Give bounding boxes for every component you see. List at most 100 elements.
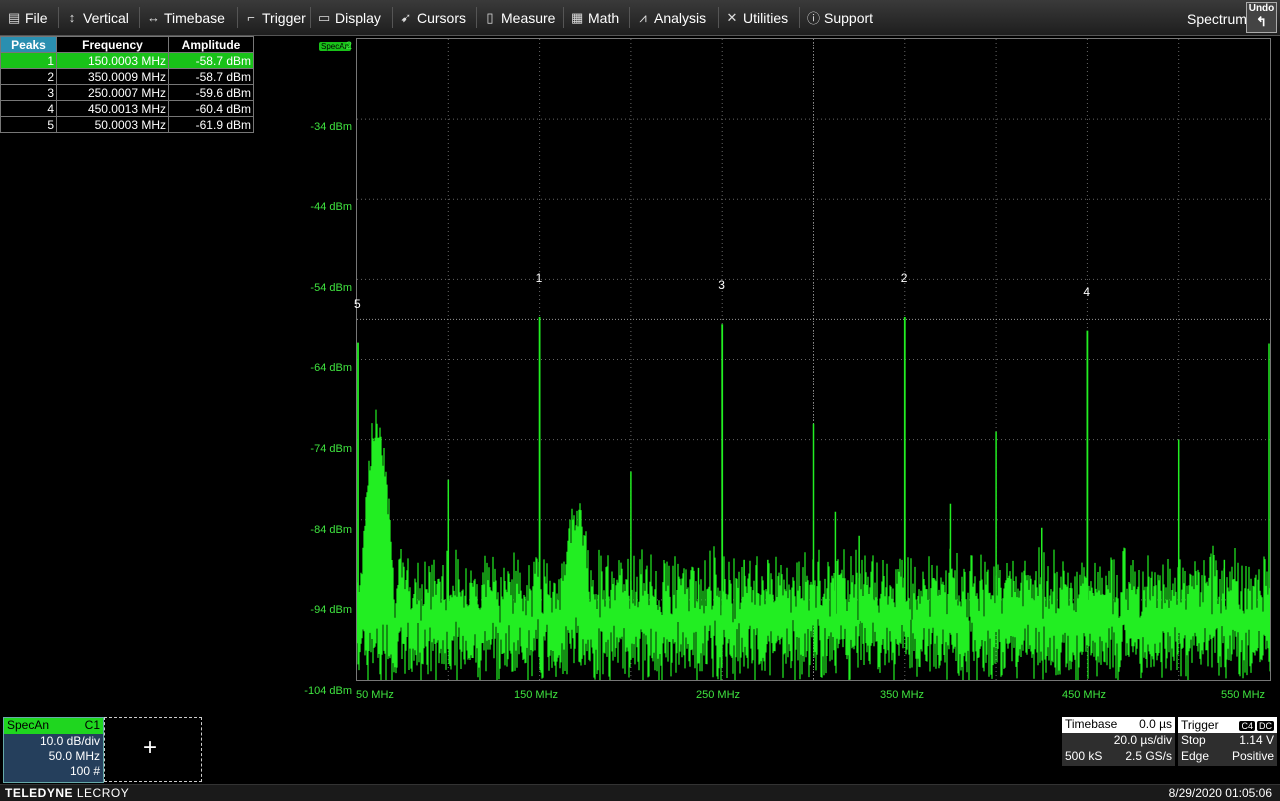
menu-label: Vertical [83, 9, 129, 26]
channel-descriptor[interactable]: SpecAn C1 10.0 dB/div 50.0 MHz 100 # [3, 717, 104, 783]
menu-vertical[interactable]: ↕ Vertical [66, 0, 129, 35]
peak-freq-cell: 350.0009 MHz [56, 68, 169, 85]
menu-support[interactable]: ⓘ Support [807, 0, 873, 35]
clipboard-icon: ▤ [8, 9, 21, 25]
y-tick-label: -64 dBm [310, 362, 352, 375]
timebase-descriptor[interactable]: Timebase 0.0 µs 20.0 µs/div 500 kS 2.5 GS/… [1062, 717, 1175, 766]
peak-amp-cell: -58.7 dBm [168, 52, 254, 69]
peak-marker-label: 1 [535, 271, 543, 286]
peak-freq-cell: 150.0003 MHz [56, 52, 169, 69]
y-tick-label: -104 dBm [304, 684, 352, 697]
trigger-mode: Stop [1181, 733, 1206, 747]
menu-trigger[interactable]: ⌐ Trigger [245, 0, 306, 35]
timebase-tdiv: 20.0 µs/div [1113, 733, 1172, 747]
menu-label: Trigger [262, 9, 306, 26]
peak-row[interactable]: 2 350.0009 MHz -58.7 dBm [0, 68, 254, 85]
peak-marker-label: 4 [1083, 284, 1091, 299]
y-tick-label: -94 dBm [310, 604, 352, 617]
trigger-channel-badge: C4 [1239, 721, 1255, 731]
trigger-level: 1.14 V [1239, 733, 1274, 747]
x-tick-label: 250 MHz [696, 689, 741, 701]
menu-separator [476, 7, 477, 28]
menu-separator [392, 7, 393, 28]
peak-amp-cell: -60.4 dBm [168, 100, 254, 117]
menu-cursors[interactable]: ➹ Cursors [400, 0, 466, 35]
menu-separator [310, 7, 311, 28]
vertical-arrows-icon: ↕ [68, 10, 76, 25]
peak-n-cell: 3 [0, 84, 57, 101]
trigger-coupling-badge: DC [1257, 721, 1274, 731]
spectrum-mode-label: Spectrum [1187, 11, 1247, 27]
peak-marker-label: 2 [900, 271, 908, 286]
status-footer: TELEDYNE LECROY 8/29/2020 01:05:06 [0, 784, 1280, 801]
peak-row[interactable]: 5 50.0003 MHz -61.9 dBm [0, 116, 254, 133]
menu-display[interactable]: ▭ Display [318, 0, 381, 35]
frequency-header[interactable]: Frequency [56, 36, 169, 53]
timebase-title: Timebase [1065, 717, 1118, 731]
undo-arrow-icon: ↰ [1256, 14, 1267, 29]
channel-vdiv: 10.0 dB/div [39, 734, 100, 748]
menu-separator [799, 7, 800, 28]
peak-row[interactable]: 1 150.0003 MHz -58.7 dBm [0, 52, 254, 69]
add-trace-button[interactable]: + [104, 717, 202, 782]
peaks-header[interactable]: Peaks [0, 36, 57, 53]
menu-timebase[interactable]: ↔ Timebase [147, 0, 225, 35]
x-tick-label: 150 MHz [514, 689, 559, 701]
display-icon: ▭ [318, 9, 331, 25]
channel-id: C1 [84, 718, 100, 732]
menu-separator [58, 7, 59, 28]
spectrum-grid[interactable] [356, 38, 1271, 681]
y-tick-label: -84 dBm [310, 523, 352, 536]
channel-averages: 100 # [69, 764, 100, 778]
menu-separator [718, 7, 719, 28]
calculator-icon: ▦ [571, 9, 584, 25]
timebase-delay: 0.0 µs [1139, 717, 1172, 731]
y-tick-label: -44 dBm [310, 201, 352, 214]
spectrum-plot [357, 39, 1270, 680]
timebase-rate: 2.5 GS/s [1125, 749, 1172, 763]
peak-row[interactable]: 3 250.0007 MHz -59.6 dBm [0, 84, 254, 101]
chart-icon: ⩘ [639, 9, 647, 25]
brand-logo: TELEDYNE LECROY [5, 786, 130, 800]
peak-n-cell: 5 [0, 116, 57, 133]
peak-freq-cell: 50.0003 MHz [56, 116, 169, 133]
amplitude-header[interactable]: Amplitude [168, 36, 254, 53]
menu-math[interactable]: ▦ Math [571, 0, 619, 35]
menu-label: Analysis [654, 9, 707, 26]
menu-separator [563, 7, 564, 28]
trigger-descriptor[interactable]: Trigger C4 DC Stop 1.14 V Edge Positive [1178, 717, 1277, 766]
undo-button[interactable]: Undo ↰ [1246, 2, 1277, 33]
cursor-icon: ➹ [400, 9, 412, 25]
menu-separator [139, 7, 140, 28]
horizontal-arrows-icon: ↔ [147, 10, 160, 25]
undo-label: Undo [1248, 3, 1275, 14]
trigger-type: Edge [1181, 749, 1210, 763]
menu-separator [237, 7, 238, 28]
menu-measure[interactable]: ▯ Measure [484, 0, 555, 35]
y-tick-label: -2 [342, 40, 352, 52]
peak-n-cell: 2 [0, 68, 57, 85]
y-tick-label: -74 dBm [310, 443, 352, 455]
menu-label: Support [824, 9, 874, 26]
peak-n-cell: 1 [0, 52, 57, 69]
trigger-flag-icon: ⌐ [247, 10, 255, 25]
x-tick-label: 550 MHz [1221, 689, 1266, 701]
timebase-samples: 500 kS [1065, 749, 1103, 763]
peak-marker-label: 3 [718, 278, 725, 293]
channel-center: 50.0 MHz [48, 749, 100, 763]
peak-row[interactable]: 4 450.0013 MHz -60.4 dBm [0, 100, 254, 117]
x-tick-label: 350 MHz [880, 689, 925, 701]
peak-amp-cell: -58.7 dBm [168, 68, 254, 85]
date-time: 8/29/2020 01:05:06 [1168, 786, 1272, 800]
menu-utilities[interactable]: ✕ Utilities [726, 0, 789, 35]
peak-n-cell: 4 [0, 100, 57, 117]
menu-file[interactable]: ▤ File [8, 0, 48, 35]
menu-label: File [25, 9, 48, 26]
channel-name: SpecAn [7, 718, 50, 732]
peak-marker-label: 5 [354, 296, 361, 311]
peak-amp-cell: -59.6 dBm [168, 84, 254, 101]
peaks-table: Peaks Frequency Amplitude 1 150.0003 MHz -… [0, 36, 254, 133]
menu-label: Utilities [743, 9, 789, 26]
trigger-title: Trigger [1181, 718, 1219, 732]
menu-analysis[interactable]: ⩘ Analysis [637, 0, 706, 35]
